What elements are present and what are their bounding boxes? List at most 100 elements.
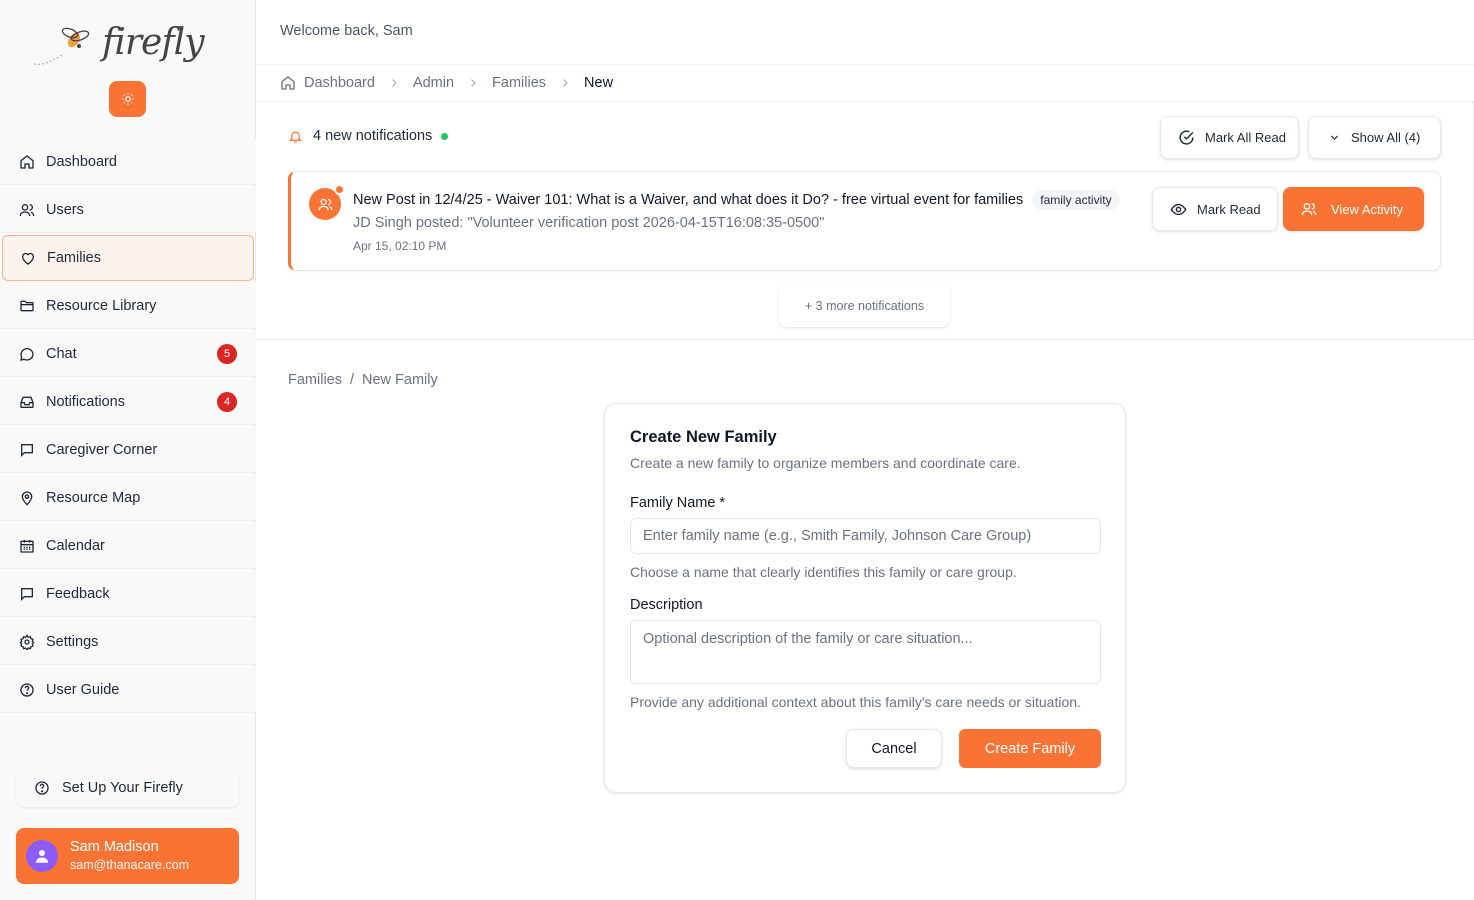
chat-count-badge: 5	[217, 344, 237, 364]
notification-item[interactable]: New Post in 12/4/25 - Waiver 101: What i…	[288, 171, 1441, 271]
users-icon	[318, 198, 332, 210]
show-all-label: Show All (4)	[1351, 130, 1421, 145]
view-activity-label: View Activity	[1331, 201, 1404, 217]
sidebar: firefly Dashboard Users Families Resourc…	[0, 0, 256, 900]
mark-read-button[interactable]: Mark Read	[1152, 187, 1278, 231]
sidebar-item-chat[interactable]: Chat 5	[0, 331, 256, 377]
description-textarea[interactable]	[630, 620, 1101, 684]
avatar	[26, 840, 58, 872]
user-email: sam@thanacare.com	[70, 858, 189, 872]
sidebar-item-label: Families	[47, 250, 101, 266]
show-all-button[interactable]: Show All (4)	[1308, 116, 1441, 159]
live-indicator-dot	[441, 132, 449, 140]
mark-all-read-label: Mark All Read	[1205, 130, 1286, 145]
help-circle-icon	[34, 780, 50, 796]
chevron-right-icon	[467, 77, 479, 89]
create-family-button[interactable]: Create Family	[959, 729, 1101, 768]
more-notifications-button[interactable]: + 3 more notifications	[779, 284, 950, 327]
users-icon	[1301, 201, 1317, 217]
breadcrumb-dashboard[interactable]: Dashboard	[304, 75, 375, 91]
message-square-icon	[18, 441, 36, 459]
chevron-right-icon	[388, 77, 400, 89]
breadcrumb-admin[interactable]: Admin	[413, 75, 454, 91]
sidebar-item-resource-map[interactable]: Resource Map	[0, 475, 256, 521]
firefly-bug-icon	[33, 27, 90, 65]
folder-icon	[18, 297, 36, 315]
view-activity-button[interactable]: View Activity	[1283, 187, 1424, 231]
sidebar-item-families[interactable]: Families	[2, 235, 254, 281]
inbox-icon	[18, 393, 36, 411]
family-name-help: Choose a name that clearly identifies th…	[630, 564, 1017, 580]
sidebar-item-feedback[interactable]: Feedback	[0, 571, 256, 617]
top-bar: Welcome back, Sam	[256, 0, 1474, 65]
sidebar-item-users[interactable]: Users	[0, 187, 256, 233]
chevron-down-icon	[1328, 131, 1341, 144]
form-subtitle: Create a new family to organize members …	[630, 455, 1021, 471]
page-breadcrumb-families[interactable]: Families	[288, 372, 342, 388]
notification-tag: family activity	[1032, 190, 1120, 210]
form-title: Create New Family	[630, 428, 777, 446]
family-name-input[interactable]	[630, 518, 1101, 554]
sidebar-item-label: Users	[46, 201, 84, 218]
notifications-count-badge: 4	[217, 392, 237, 412]
description-help: Provide any additional context about thi…	[630, 694, 1081, 710]
cancel-button[interactable]: Cancel	[846, 729, 942, 768]
eye-icon	[1170, 201, 1187, 218]
users-icon	[18, 201, 36, 219]
sun-icon	[121, 93, 134, 105]
description-label: Description	[630, 597, 703, 613]
help-circle-icon	[18, 681, 36, 699]
user-profile-card[interactable]: Sam Madison sam@thanacare.com	[16, 828, 239, 884]
bell-icon	[288, 129, 303, 144]
sidebar-item-resource-library[interactable]: Resource Library	[0, 283, 256, 329]
notification-title: New Post in 12/4/25 - Waiver 101: What i…	[353, 192, 1024, 208]
breadcrumb-current: New	[584, 75, 614, 91]
page-breadcrumb: Families / New Family	[288, 372, 438, 388]
check-circle-icon	[1178, 129, 1195, 146]
sidebar-item-dashboard[interactable]: Dashboard	[0, 139, 256, 185]
home-icon	[18, 153, 36, 171]
welcome-message: Welcome back, Sam	[280, 23, 413, 39]
sidebar-item-label: Resource Library	[46, 297, 157, 314]
theme-toggle-button[interactable]	[109, 81, 146, 117]
sidebar-item-label: Chat	[46, 345, 77, 362]
gear-icon	[18, 633, 36, 651]
sidebar-item-label: Settings	[46, 633, 99, 650]
setup-firefly-button[interactable]: Set Up Your Firefly	[16, 769, 239, 807]
chat-icon	[18, 345, 36, 363]
user-name: Sam Madison	[70, 839, 159, 855]
notification-title-row: New Post in 12/4/25 - Waiver 101: What i…	[353, 190, 1120, 210]
mark-all-read-button[interactable]: Mark All Read	[1160, 116, 1299, 159]
sidebar-item-notifications[interactable]: Notifications 4	[0, 379, 256, 425]
sidebar-item-label: Dashboard	[46, 153, 117, 170]
family-name-label: Family Name *	[630, 495, 726, 511]
sidebar-item-user-guide[interactable]: User Guide	[0, 667, 256, 713]
notification-time: Apr 15, 02:10 PM	[353, 239, 447, 253]
setup-label: Set Up Your Firefly	[62, 780, 183, 796]
firefly-logo[interactable]: firefly	[30, 22, 205, 72]
sidebar-item-label: User Guide	[46, 681, 120, 698]
heart-icon	[19, 249, 37, 267]
feedback-icon	[18, 585, 36, 603]
chevron-right-icon	[559, 77, 571, 89]
calendar-icon	[18, 537, 36, 555]
notifications-count: 4 new notifications	[313, 128, 433, 144]
notification-body: JD Singh posted: "Volunteer verification…	[353, 215, 825, 231]
breadcrumb: Dashboard Admin Families New	[280, 72, 613, 94]
sidebar-item-settings[interactable]: Settings	[0, 619, 256, 665]
sidebar-nav: Dashboard Users Families Resource Librar…	[0, 139, 256, 715]
sidebar-item-calendar[interactable]: Calendar	[0, 523, 256, 569]
breadcrumb-separator: /	[349, 372, 355, 388]
breadcrumb-families[interactable]: Families	[492, 75, 546, 91]
user-icon	[36, 850, 48, 863]
notifications-header: 4 new notifications	[288, 128, 449, 144]
sidebar-item-label: Notifications	[46, 393, 125, 410]
sidebar-item-label: Resource Map	[46, 489, 141, 506]
sidebar-item-label: Caregiver Corner	[46, 441, 158, 458]
unread-dot	[334, 184, 345, 195]
sidebar-item-label: Calendar	[46, 537, 105, 554]
sidebar-item-label: Feedback	[46, 585, 110, 602]
home-icon	[280, 75, 296, 91]
page-breadcrumb-current: New Family	[362, 372, 438, 388]
sidebar-item-caregiver-corner[interactable]: Caregiver Corner	[0, 427, 256, 473]
